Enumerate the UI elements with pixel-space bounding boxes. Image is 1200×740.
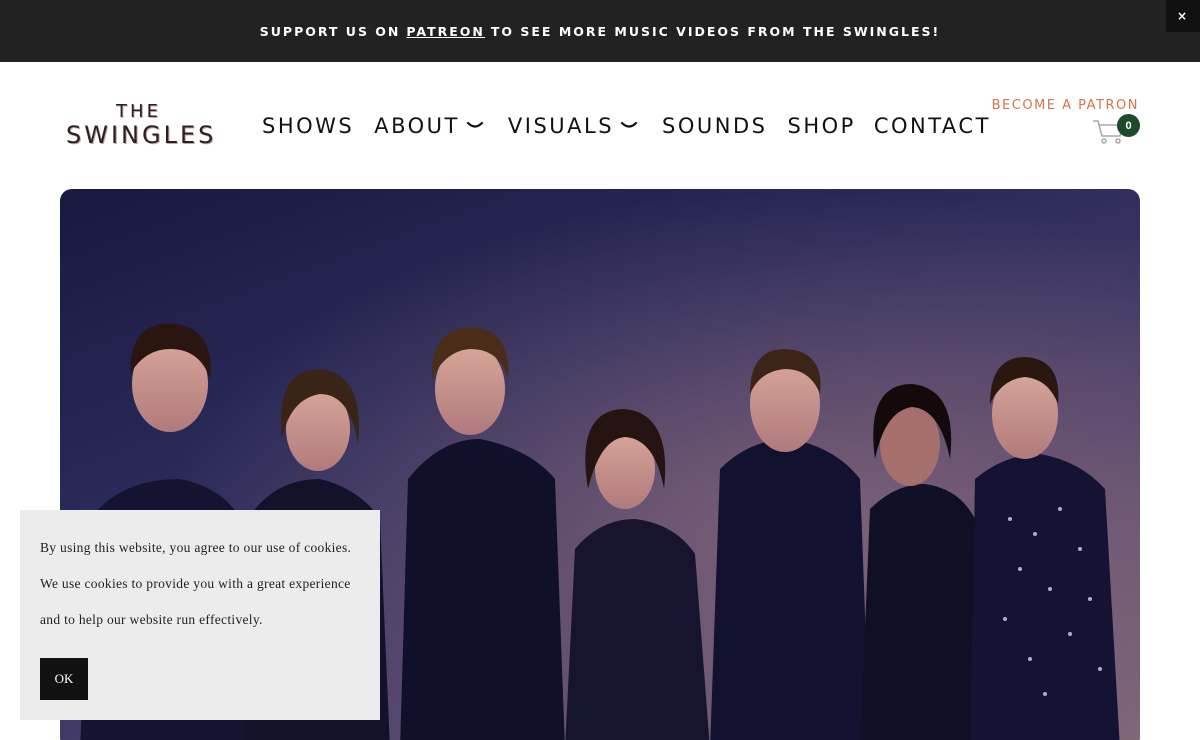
nav-item-contact[interactable]: CONTACT bbox=[874, 114, 991, 138]
close-icon[interactable]: × bbox=[1166, 0, 1200, 32]
announcement-text-before: SUPPORT US ON bbox=[259, 23, 401, 39]
nav-item-shows[interactable]: SHOWS bbox=[262, 114, 354, 138]
nav-item-about[interactable]: ABOUT bbox=[374, 114, 484, 138]
patreon-link[interactable]: PATREON bbox=[406, 24, 485, 39]
cookie-ok-button[interactable]: OK bbox=[40, 658, 88, 700]
nav-label-sounds: SOUNDS bbox=[662, 114, 768, 138]
logo-line-the: THE bbox=[116, 101, 161, 122]
become-patron-link[interactable]: BECOME A PATRON bbox=[992, 98, 1139, 113]
main-nav: SHOWS ABOUT VISUALS SOUNDS SHOP CONTACT bbox=[262, 112, 991, 140]
cookie-consent-banner: By using this website, you agree to our … bbox=[20, 510, 380, 720]
site-logo[interactable]: THE SWINGLES bbox=[66, 101, 217, 149]
cart-count-badge: 0 bbox=[1117, 114, 1140, 137]
chevron-down-icon bbox=[620, 121, 638, 128]
nav-item-shop[interactable]: SHOP bbox=[788, 114, 856, 138]
announcement-text-after: TO SEE MORE MUSIC VIDEOS FROM THE SWINGL… bbox=[490, 23, 941, 39]
nav-label-shows: SHOWS bbox=[262, 114, 355, 138]
nav-label-shop: SHOP bbox=[787, 114, 856, 138]
nav-item-sounds[interactable]: SOUNDS bbox=[662, 114, 767, 138]
nav-label-about: ABOUT bbox=[374, 114, 460, 138]
cookie-text-line-2: We use cookies to provide you with a gre… bbox=[40, 576, 351, 591]
cookie-text-line-1: By using this website, you agree to our … bbox=[40, 540, 352, 555]
cookie-text-line-3: and to help our website run effectively. bbox=[40, 612, 263, 627]
logo-line-swingles: SWINGLES bbox=[66, 121, 217, 149]
announcement-bar: SUPPORT US ON PATREON TO SEE MORE MUSIC … bbox=[0, 0, 1200, 62]
chevron-down-icon bbox=[466, 121, 483, 128]
nav-label-contact: CONTACT bbox=[873, 114, 991, 138]
nav-label-visuals: VISUALS bbox=[507, 114, 615, 138]
nav-item-visuals[interactable]: VISUALS bbox=[508, 114, 638, 138]
